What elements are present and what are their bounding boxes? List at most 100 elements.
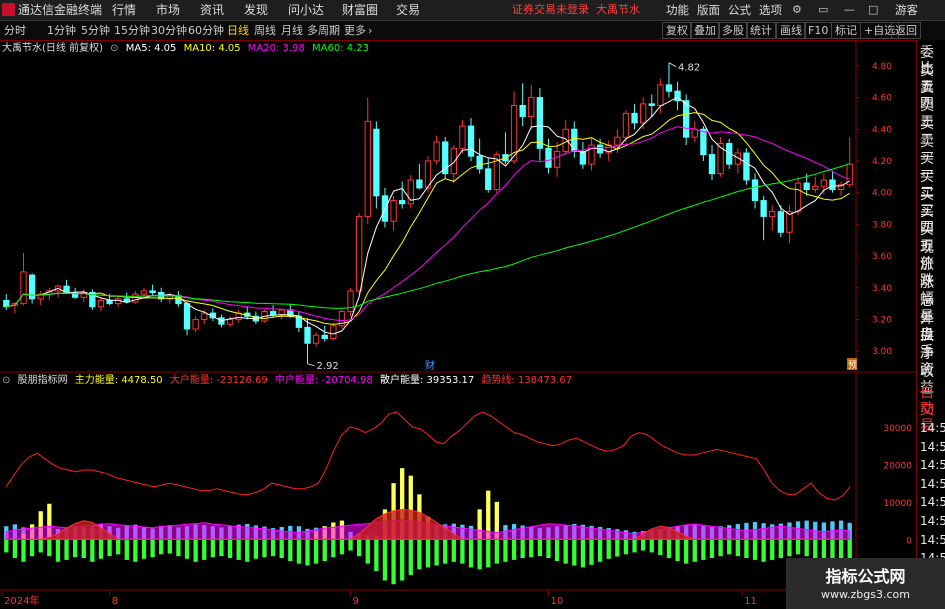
indicator-title: 股朋指标网: [17, 375, 68, 386]
forecast-mark: 预: [848, 360, 857, 371]
retail-energy-legend: 散户能量: 39353.17: [379, 375, 475, 386]
menu-news[interactable]: 资讯: [200, 2, 224, 18]
menu-quotes[interactable]: 行情: [112, 2, 136, 18]
negative-bar: [727, 539, 732, 555]
candle-body: [459, 125, 466, 149]
maximize-icon[interactable]: □: [868, 3, 878, 16]
menu-wealth[interactable]: 财富圈: [342, 2, 378, 18]
negative-bar: [313, 539, 319, 564]
kline-candles[interactable]: [3, 62, 853, 364]
tab-15min[interactable]: 15分钟: [114, 23, 150, 38]
menu-layout[interactable]: 版面: [697, 2, 720, 18]
chart-grid: [0, 40, 916, 609]
candle-body: [278, 309, 285, 316]
menu-function[interactable]: 功能: [666, 2, 689, 18]
tab-monthly[interactable]: 月线: [281, 23, 303, 38]
candle-body: [347, 290, 354, 313]
negative-bar: [391, 539, 396, 585]
negative-bar: [597, 539, 603, 562]
menu-trade[interactable]: 交易: [396, 2, 420, 18]
warning-text: 证券交易未登录: [512, 3, 589, 16]
candle-body: [545, 147, 552, 168]
price-tick-label: 4.20: [872, 157, 892, 167]
tab-weekly[interactable]: 周线: [254, 23, 276, 38]
tab-multi-period[interactable]: 多周期: [307, 23, 340, 38]
tab-daily[interactable]: 日线: [227, 23, 249, 38]
negative-bar: [98, 539, 104, 559]
back-button[interactable]: 返回: [891, 22, 921, 39]
panel-time-5: 14:56: [920, 514, 945, 528]
minimize-icon[interactable]: —: [844, 3, 855, 16]
ma20-legend: MA20: 3.98: [247, 43, 305, 54]
watermark: 指标公式网 www.zbgs3.com: [786, 558, 945, 609]
tab-more[interactable]: 更多: [344, 23, 366, 38]
big-energy-legend: 大户能量: -23126.69: [169, 375, 268, 386]
app-logo-icon: [2, 3, 15, 16]
negative-bar: [666, 539, 672, 559]
tab-1min[interactable]: 1分钟: [47, 23, 76, 38]
multi-stock-button[interactable]: 多股: [718, 22, 748, 39]
indicator-tick-label: 30000: [883, 424, 912, 434]
date-tick-label: 11: [744, 596, 757, 607]
negative-bar: [503, 539, 508, 562]
negative-bar: [563, 539, 568, 564]
candle-body: [192, 318, 199, 330]
candle-body: [639, 103, 647, 124]
more-chevron-icon[interactable]: ›: [368, 23, 372, 38]
negative-bar: [305, 539, 310, 566]
date-tick-label: 8: [112, 596, 118, 607]
candle-body: [399, 200, 406, 205]
stats-button[interactable]: 统计: [746, 22, 776, 39]
negative-bar: [778, 539, 783, 559]
menu-formula[interactable]: 公式: [728, 2, 751, 18]
negative-bar: [116, 539, 121, 555]
negative-bar: [701, 539, 706, 560]
candle-body: [304, 326, 311, 344]
chart-area[interactable]: 4.82 2.92 财 预 4.80 4.60 4.40 4.20 4.00 3.80 3.60 3…: [0, 40, 916, 609]
mark-button[interactable]: 标记: [831, 22, 861, 39]
overlay-button[interactable]: 叠加: [690, 22, 720, 39]
negative-bar: [219, 539, 224, 557]
tab-30min[interactable]: 30分钟: [151, 23, 187, 38]
candle-body: [631, 112, 638, 124]
price-tick-label: 4.00: [872, 189, 892, 199]
menu-xiaoda[interactable]: 问小达: [288, 2, 324, 18]
main-chart-title: 大禹节水(日线 前复权): [2, 43, 103, 54]
guest-label[interactable]: 游客: [895, 2, 918, 18]
negative-bar: [443, 539, 448, 564]
timeframe-toolbar: 分时 1分钟 5分钟 15分钟 30分钟 60分钟 日线 周线 月线 多周期 更…: [0, 21, 945, 41]
negative-bar: [4, 539, 9, 553]
indicator-settings-icon[interactable]: ⊙: [2, 375, 10, 386]
panel-time-0: 14:56: [920, 421, 945, 435]
panel-time-4: 14:56: [920, 495, 945, 510]
settings-icon[interactable]: ⚙: [792, 3, 802, 16]
draw-line-button[interactable]: 画线: [776, 22, 806, 39]
tab-5min[interactable]: 5分钟: [81, 23, 110, 38]
menu-options[interactable]: 选项: [759, 2, 782, 18]
candle-body: [708, 154, 716, 175]
f10-button[interactable]: F10: [804, 22, 833, 39]
negative-bar: [210, 539, 215, 558]
tab-intraday[interactable]: 分时: [4, 23, 26, 38]
panel-time-3: 14:56: [920, 476, 945, 491]
negative-bar: [12, 539, 18, 559]
menu-market[interactable]: 市场: [156, 2, 180, 18]
candle-body: [803, 182, 810, 190]
negative-bar: [718, 539, 723, 557]
negative-bar: [262, 539, 267, 558]
candle-body: [416, 179, 423, 189]
tab-60min[interactable]: 60分钟: [188, 23, 224, 38]
negative-bar: [615, 539, 620, 557]
candle-body: [149, 290, 156, 294]
price-tick-label: 4.40: [872, 125, 892, 135]
window-icon[interactable]: ▭: [818, 3, 828, 16]
candle-body: [769, 211, 776, 217]
ma60-legend: MA60: 4.23: [312, 43, 370, 54]
chevron-down-icon[interactable]: ⊙: [110, 43, 118, 54]
candle-body: [321, 334, 328, 339]
menu-discover[interactable]: 发现: [244, 2, 268, 18]
candle-body: [140, 290, 148, 295]
trade-login-warning[interactable]: 证券交易未登录 大禹节水: [512, 2, 640, 18]
negative-bar: [202, 539, 207, 560]
adjust-button[interactable]: 复权: [662, 22, 692, 39]
